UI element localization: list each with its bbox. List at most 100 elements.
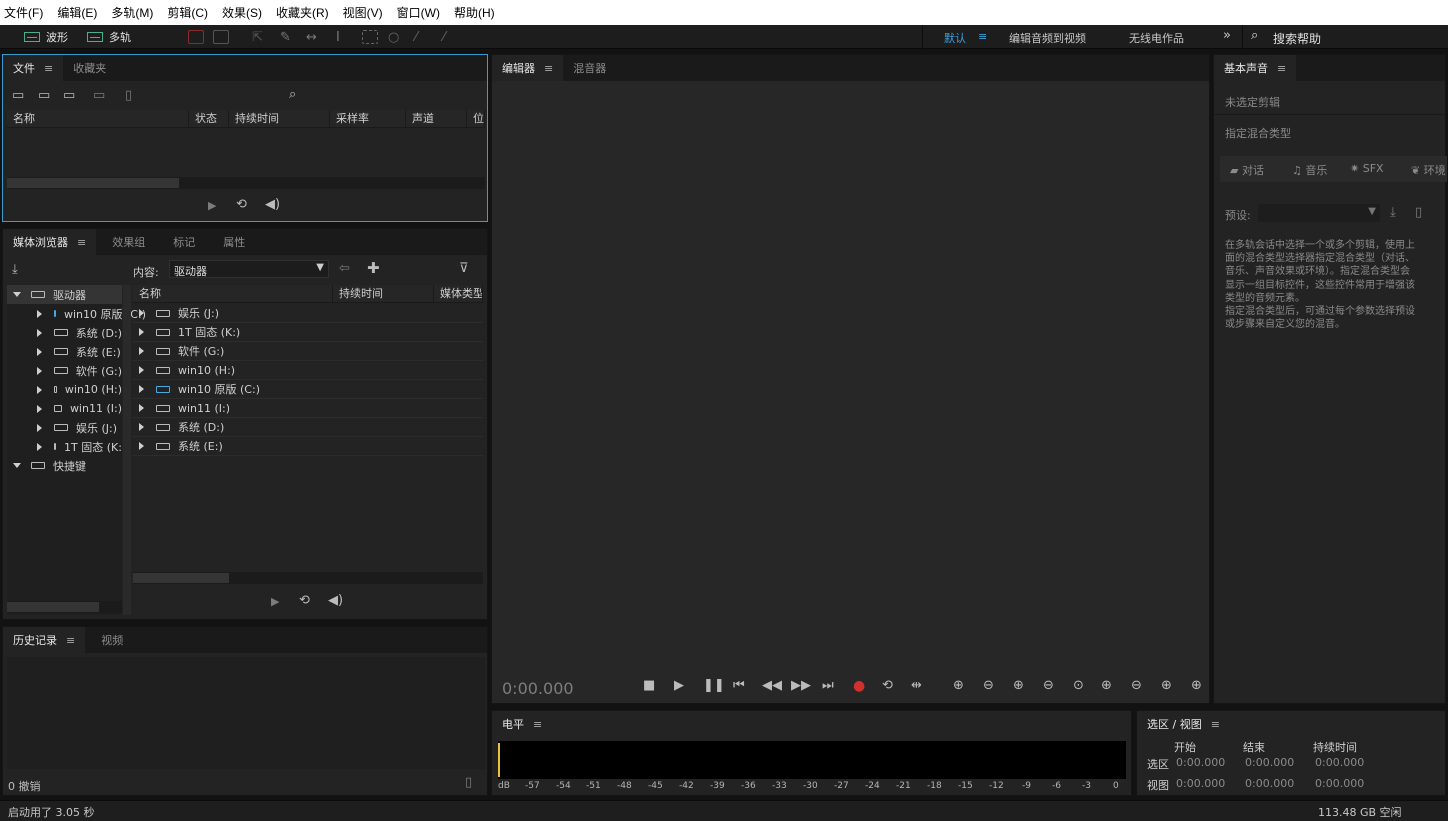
menu-multitrack[interactable]: 多轨(M) — [111, 4, 153, 21]
col-name[interactable]: 名称 — [133, 284, 333, 303]
view-duration-field[interactable]: 0:00.000 — [1315, 777, 1364, 790]
col-duration[interactable]: 持续时间 — [333, 284, 434, 303]
file-search-icon[interactable]: ⌕ — [289, 88, 296, 102]
tab-mixer[interactable]: 混音器 — [563, 55, 616, 81]
selection-end-field[interactable]: 0:00.000 — [1245, 756, 1294, 769]
tree-item[interactable]: 娱乐 (J:) — [7, 418, 122, 437]
menu-help[interactable]: 帮助(H) — [454, 4, 495, 21]
move-to-next-icon[interactable]: ⏭ — [822, 679, 834, 693]
add-shortcut-icon[interactable]: ✚ — [367, 261, 380, 276]
move-tool-icon[interactable]: ⇱ — [252, 30, 268, 45]
auto-play-icon[interactable]: ◀) — [328, 594, 343, 608]
files-horizontal-scrollbar[interactable] — [7, 177, 485, 189]
menu-edit[interactable]: 编辑(E) — [57, 4, 97, 21]
trash-icon[interactable]: ▯ — [465, 776, 472, 790]
auto-play-icon[interactable]: ◀) — [265, 198, 280, 212]
content-dropdown[interactable]: 驱动器 ▼ — [169, 260, 329, 278]
list-item[interactable]: 1T 固态 (K:) — [133, 323, 483, 342]
zoom-in-time-icon[interactable]: ⊕ — [1013, 679, 1024, 693]
open-file-icon[interactable]: ▭ — [12, 89, 24, 103]
col-bits[interactable]: 位 — [467, 109, 485, 128]
menu-window[interactable]: 窗口(W) — [397, 4, 440, 21]
tab-video[interactable]: 视频 — [91, 627, 133, 653]
zoom-out-time-icon[interactable]: ⊖ — [1043, 679, 1054, 693]
marquee-tool-icon[interactable] — [362, 30, 378, 44]
col-name[interactable]: 名称 — [7, 109, 189, 128]
spectral-frequency-icon[interactable] — [188, 30, 204, 44]
col-sample-rate[interactable]: 采样率 — [330, 109, 406, 128]
selection-start-field[interactable]: 0:00.000 — [1176, 756, 1225, 769]
workspace-radio[interactable]: 无线电作品 — [1129, 30, 1184, 46]
tree-item[interactable]: win11 (I:) — [7, 399, 122, 418]
zoom-in-amplitude-icon[interactable]: ⊕ — [953, 679, 964, 693]
save-preset-icon[interactable]: ⤓ — [1390, 206, 1396, 220]
workspace-default[interactable]: 默认 — [944, 30, 966, 46]
tree-item[interactable]: win10 (H:) — [7, 380, 122, 399]
list-item[interactable]: 系统 (D:) — [133, 418, 483, 437]
tab-effects-rack[interactable]: 效果组 — [102, 229, 155, 255]
loop-preview-icon[interactable]: ⟲ — [299, 594, 310, 608]
tree-drives[interactable]: 驱动器 — [7, 285, 122, 304]
move-to-previous-icon[interactable]: ⏮ — [733, 679, 745, 693]
loop-playback-icon[interactable]: ⟲ — [882, 679, 893, 693]
tree-item[interactable]: 系统 (D:) — [7, 323, 122, 342]
zoom-out-full-icon[interactable]: ⊙ — [1073, 679, 1084, 693]
delete-preset-icon[interactable]: ▯ — [1415, 206, 1422, 220]
razor-tool-icon[interactable]: ✎ — [280, 30, 296, 45]
tab-properties[interactable]: 属性 — [213, 229, 255, 255]
back-arrow-icon[interactable]: ⇦ — [339, 262, 350, 276]
col-channels[interactable]: 声道 — [406, 109, 467, 128]
mix-type-music[interactable]: ♫ 音乐 — [1292, 162, 1327, 178]
time-selection-tool-icon[interactable]: I — [336, 30, 352, 45]
zoom-out-amplitude-icon[interactable]: ⊖ — [983, 679, 994, 693]
slip-tool-icon[interactable]: ↔ — [306, 30, 322, 45]
menu-clip[interactable]: 剪辑(C) — [167, 4, 208, 21]
menu-favorites[interactable]: 收藏夹(R) — [276, 4, 329, 21]
tree-item[interactable]: 系统 (E:) — [7, 342, 122, 361]
list-item[interactable]: 娱乐 (J:) — [133, 304, 483, 323]
spot-healing-icon[interactable]: ⁄ — [443, 30, 459, 45]
search-help[interactable]: ⌕ 搜索帮助 — [1242, 25, 1448, 49]
filter-icon[interactable]: ⊽ — [459, 262, 469, 276]
list-item[interactable]: win10 (H:) — [133, 361, 483, 380]
import-file-icon[interactable]: ▭ — [38, 89, 50, 103]
zoom-out-point-icon[interactable]: ⊖ — [1131, 679, 1142, 693]
tab-favorites[interactable]: 收藏夹 — [63, 55, 116, 81]
tree-shortcuts[interactable]: 快捷键 — [7, 456, 122, 475]
new-file-icon[interactable]: ▭ — [63, 89, 75, 103]
tree-item[interactable]: win10 原版 (C:) — [7, 304, 146, 323]
rewind-icon[interactable]: ◀◀ — [762, 679, 782, 693]
multitrack-view-button[interactable]: 多轨 — [87, 29, 131, 45]
mix-type-sfx[interactable]: ✷ SFX — [1350, 162, 1384, 175]
mix-type-dialogue[interactable]: ▰ 对话 — [1230, 162, 1264, 178]
tree-item[interactable]: 1T 固态 (K:) — [7, 437, 122, 456]
zoom-tracks-icon[interactable]: ⊕ — [1191, 679, 1202, 693]
waveform-view-button[interactable]: 波形 — [24, 29, 68, 45]
col-duration[interactable]: 持续时间 — [229, 109, 330, 128]
brush-tool-icon[interactable]: ⁄ — [415, 30, 431, 45]
tab-files[interactable]: 文件 ≡ — [3, 55, 64, 81]
tab-media-browser[interactable]: 媒体浏览器 ≡ — [3, 229, 97, 255]
media-list-scrollbar[interactable] — [133, 572, 483, 584]
record-icon[interactable]: ● — [853, 679, 865, 693]
menu-file[interactable]: 文件(F) — [4, 4, 43, 21]
tab-essential-sound[interactable]: 基本声音 ≡ — [1214, 55, 1297, 81]
delete-file-icon[interactable]: ▯ — [125, 89, 132, 103]
play-icon[interactable]: ▶ — [674, 679, 684, 693]
stop-icon[interactable]: ■ — [643, 679, 655, 693]
selection-duration-field[interactable]: 0:00.000 — [1315, 756, 1364, 769]
tab-history[interactable]: 历史记录 ≡ — [3, 627, 86, 653]
pause-icon[interactable]: ❚❚ — [703, 679, 725, 693]
import-to-files-icon[interactable]: ⤓ — [12, 263, 18, 277]
list-item[interactable]: 系统 (E:) — [133, 437, 483, 456]
zoom-in-point-icon[interactable]: ⊕ — [1101, 679, 1112, 693]
more-workspaces-button[interactable]: » — [1223, 28, 1231, 43]
list-item[interactable]: 软件 (G:) — [133, 342, 483, 361]
menu-effects[interactable]: 效果(S) — [222, 4, 262, 21]
tree-splitter[interactable] — [123, 285, 131, 615]
workspace-default-menu[interactable]: ≡ — [978, 30, 987, 43]
tree-item[interactable]: 软件 (G:) — [7, 361, 122, 380]
list-item[interactable]: win11 (I:) — [133, 399, 483, 418]
tab-selection-view[interactable]: 选区 / 视图 ≡ — [1137, 711, 1230, 737]
tab-levels[interactable]: 电平 ≡ — [492, 711, 553, 737]
